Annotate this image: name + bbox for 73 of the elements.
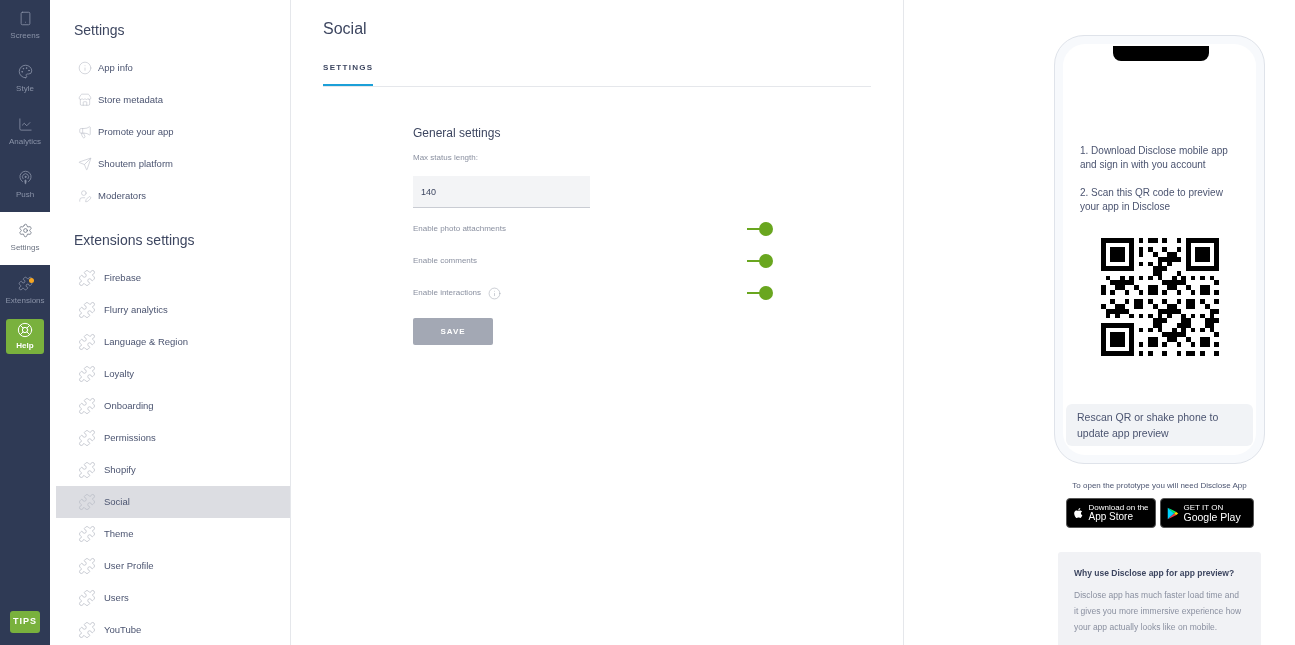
toggle-switch[interactable] <box>747 286 773 300</box>
rail-tab[interactable]: Push <box>0 159 50 212</box>
rail-tab[interactable]: Extensions <box>0 265 50 318</box>
rail-tab[interactable]: Analytics <box>0 106 50 159</box>
toggle-switch[interactable] <box>747 254 773 268</box>
rail-tab[interactable]: Screens <box>0 0 50 53</box>
sidebar-item[interactable]: Onboarding <box>56 390 290 422</box>
sidebar-item[interactable]: Firebase <box>56 262 290 294</box>
puzzle-icon <box>78 365 96 383</box>
lifebuoy-icon <box>17 321 33 338</box>
rail-tab[interactable]: Style <box>0 53 50 106</box>
rescan-note: Rescan QR or shake phone to update app preview <box>1066 404 1253 446</box>
section-title: Extensions settings <box>73 231 196 250</box>
sidebar-item[interactable]: Shoutem platform <box>56 148 290 180</box>
sidebar-item[interactable]: Store metadata <box>56 84 290 116</box>
puzzle-icon <box>78 301 96 319</box>
store-caption: To open the prototype you will need Disclose App <box>1072 480 1247 492</box>
info-icon <box>78 61 92 75</box>
puzzle-icon <box>78 621 96 639</box>
sidebar-item[interactable]: Loyalty <box>56 358 290 390</box>
toggle-label: Enable photo attachments <box>413 223 506 235</box>
puzzle-icon <box>78 557 96 575</box>
google-play-badge[interactable]: GET IT ON Google Play <box>1159 498 1254 528</box>
sidebar-item[interactable]: Flurry analytics <box>56 294 290 326</box>
toggle-label: Enable comments <box>413 255 478 267</box>
rail-tab[interactable]: Settings <box>0 212 50 265</box>
phone-icon <box>17 11 33 26</box>
puzzle-icon <box>78 525 96 543</box>
paper-plane-icon <box>78 157 92 171</box>
person-signal-icon <box>17 170 33 185</box>
puzzle-icon <box>78 429 96 447</box>
sidebar-item[interactable]: App info <box>56 52 290 84</box>
sidebar-item[interactable]: Promote your app <box>56 116 290 148</box>
sidebar-item[interactable]: Theme <box>56 518 290 550</box>
puzzle-icon <box>78 333 96 351</box>
page-title: Social <box>323 19 368 39</box>
line-chart-icon <box>17 117 33 132</box>
sidebar-item[interactable]: User Profile <box>56 550 290 582</box>
card-text: Disclose app has much faster load time and it gives you more immersive experience how your app actually looks like on mobile. <box>1074 588 1243 634</box>
app-store-badge[interactable]: Download on the App Store <box>1065 498 1156 528</box>
input-field[interactable]: 140 <box>413 176 590 208</box>
megaphone-icon <box>78 125 92 139</box>
instruction-text: 1. Download Disclose mobile app and sign in with you account <box>1080 144 1229 172</box>
sidebar-item[interactable]: Moderators <box>56 180 290 212</box>
puzzle-icon <box>78 397 96 415</box>
tab[interactable]: SETTINGS <box>323 62 374 86</box>
apple-icon <box>1071 506 1085 520</box>
palette-icon <box>17 64 33 79</box>
section-title: General settings <box>413 125 502 142</box>
storefront-icon <box>78 93 92 107</box>
instruction-text: 2. Scan this QR code to preview your app in Disclose <box>1080 186 1224 214</box>
sidebar-item[interactable]: YouTube <box>56 614 290 645</box>
toggle-switch[interactable] <box>747 222 773 236</box>
section-title: Settings <box>73 21 126 40</box>
settings-icon <box>17 223 33 238</box>
badge-store-name: Google Play <box>1183 511 1241 523</box>
puzzle-icon <box>78 589 96 607</box>
user-pen-icon <box>78 189 92 203</box>
toggle-label: Enable interactions <box>413 287 482 299</box>
sidebar-item[interactable]: Shopify <box>56 454 290 486</box>
puzzle-icon <box>78 461 96 479</box>
play-triangle-icon <box>1165 505 1180 521</box>
sidebar-item[interactable]: Users <box>56 582 290 614</box>
sidebar-item[interactable]: Language & Region <box>56 326 290 358</box>
field-label: Max status length: <box>413 152 479 164</box>
sidebar-item[interactable]: Permissions <box>56 422 290 454</box>
badge-store-name: App Store <box>1088 512 1133 522</box>
badge-caption: Download on the <box>1088 504 1149 512</box>
puzzle-icon <box>17 276 33 291</box>
puzzle-icon <box>78 269 96 287</box>
sidebar-item[interactable]: Social <box>56 486 290 518</box>
card-title: Why use Disclose app for app preview? <box>1074 567 1236 580</box>
badge-caption: GET IT ON <box>1183 503 1224 512</box>
